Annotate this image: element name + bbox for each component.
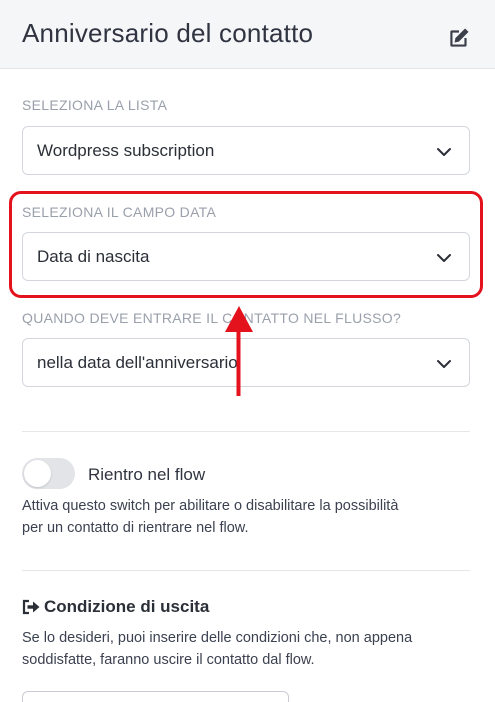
list-select-value: Wordpress subscription [37, 141, 215, 160]
exit-help-text: Se lo desideri, puoi inserire delle cond… [22, 627, 472, 671]
chevron-down-icon [437, 148, 451, 156]
reentry-toggle[interactable] [22, 458, 75, 489]
when-select[interactable]: nella data dell'anniversario [22, 338, 470, 387]
edit-button[interactable] [446, 25, 472, 51]
page-title: Anniversario del contatto [22, 18, 314, 48]
list-label: SELEZIONA LA LISTA [22, 97, 168, 113]
date-field-select-value: Data di nascita [37, 247, 150, 266]
date-field-select[interactable]: Data di nascita [22, 232, 470, 281]
chevron-down-icon [437, 254, 451, 262]
reentry-toggle-label: Rientro nel flow [88, 465, 206, 484]
chevron-down-icon [437, 360, 451, 368]
list-select[interactable]: Wordpress subscription [22, 126, 470, 175]
when-label: QUANDO DEVE ENTRARE IL CONTATTO NEL FLUS… [22, 310, 402, 326]
sign-out-icon [22, 599, 40, 615]
toggle-knob [24, 460, 51, 487]
divider [22, 570, 470, 571]
exit-help-line: soddisfatte, faranno uscire il contatto … [22, 652, 315, 668]
when-select-value: nella data dell'anniversario [37, 353, 238, 372]
exit-title-text: Condizione di uscita [44, 597, 210, 616]
edit-icon[interactable] [446, 25, 472, 51]
date-field-label: SELEZIONA IL CAMPO DATA [22, 204, 217, 220]
panel-header: Anniversario del contatto [0, 0, 495, 69]
reentry-help-line: Attiva questo switch per abilitare o dis… [22, 498, 399, 514]
reentry-help-text: Attiva questo switch per abilitare o dis… [22, 495, 472, 539]
add-condition-button[interactable] [22, 691, 289, 702]
divider [22, 431, 470, 432]
exit-section-title: Condizione di uscita [22, 597, 209, 617]
exit-help-line: Se lo desideri, puoi inserire delle cond… [22, 630, 413, 646]
reentry-help-line: per un contatto di rientrare nel flow. [22, 520, 249, 536]
